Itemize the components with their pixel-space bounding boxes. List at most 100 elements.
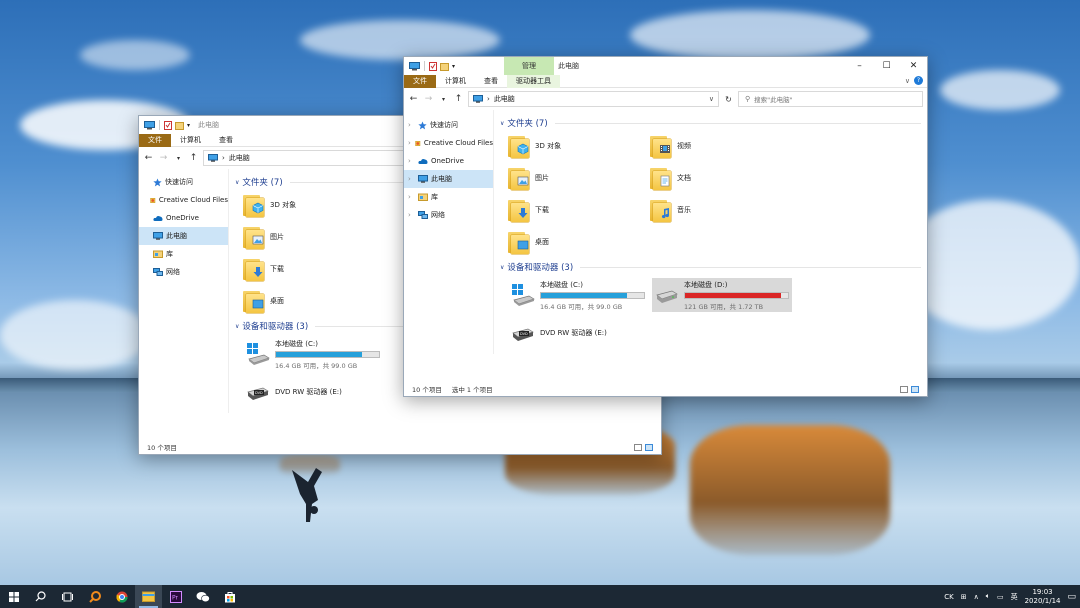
refresh-icon[interactable]: ↻ [723,95,734,104]
sidebar-item-creative-cloud[interactable]: › Creative Cloud Files [404,134,493,152]
sidebar-item-library[interactable]: › 库 [404,188,493,206]
folder-item[interactable]: 视频 [650,132,792,160]
drive-item[interactable]: 本地磁盘 (C:) 16.4 GB 可用，共 99.0 GB [508,278,648,312]
chevron-right-icon[interactable]: › [408,175,415,183]
drive-item[interactable]: 本地磁盘 (D:) 121 GB 可用，共 1.72 TB [652,278,792,312]
explorer-window-front[interactable]: ▾ 管理 此电脑 – ☐ ✕ 文件 计算机 查看 驱动器工具 ∨ ? ← → ▾… [403,56,928,397]
keyboard-icon[interactable]: ⊞ [961,593,967,601]
tab-view[interactable]: 查看 [210,134,242,147]
forward-arrow-icon[interactable]: → [158,153,169,163]
folder-item[interactable]: 图片 [508,164,650,192]
drive-item[interactable]: DVD DVD RW 驱动器 (E:) [508,316,648,350]
taskbar-app-wechat[interactable] [189,585,216,608]
back-arrow-icon[interactable]: ← [408,94,419,104]
properties-icon[interactable] [429,61,437,71]
breadcrumb[interactable]: 此电脑 [229,153,250,163]
sidebar-item-library[interactable]: 库 [139,245,228,263]
chevron-right-icon[interactable]: › [408,121,415,129]
folders-group-heading[interactable]: ∨ 文件夹 (7) [500,116,921,130]
large-icons-view-icon[interactable] [645,443,653,451]
expand-ribbon-icon[interactable]: ∨ [905,77,910,85]
sidebar-item-creative-cloud[interactable]: Creative Cloud Files [139,191,228,209]
customize-qa-icon[interactable]: ▾ [452,63,455,70]
network-tray-icon[interactable]: ▭ [997,593,1004,601]
sidebar-item-onedrive[interactable]: OneDrive [139,209,228,227]
input-language[interactable]: CK [944,593,953,601]
taskbar-app-premiere[interactable]: Pr [162,585,189,608]
search-button[interactable] [27,585,54,608]
chevron-right-icon[interactable]: › [408,139,412,147]
navigation-pane: › 快速访问 › Creative Cloud Files › OneDrive… [404,110,494,354]
folder-item[interactable]: 下载 [508,196,650,224]
taskbar-app-file-explorer[interactable] [135,585,162,608]
task-view-button[interactable] [54,585,81,608]
sidebar-item-quick-access[interactable]: 快速访问 [139,173,228,191]
address-dropdown-icon[interactable]: ∨ [709,95,714,103]
contextual-tab-manage[interactable]: 管理 [504,57,554,75]
drives-group-heading[interactable]: ∨ 设备和驱动器 (3) [500,260,921,274]
sidebar-item-network[interactable]: 网络 [139,263,228,281]
chevron-right-icon[interactable]: › [408,193,415,201]
folder-item[interactable]: 文档 [650,164,792,192]
details-view-icon[interactable] [634,443,642,451]
folder-item[interactable]: 音乐 [650,196,792,224]
clock-time: 19:03 [1032,587,1053,596]
pictures-folder-icon [508,166,530,190]
chevron-right-icon[interactable]: › [408,211,415,219]
action-center-icon[interactable]: ▭ [1067,592,1076,602]
sidebar-item-onedrive[interactable]: › OneDrive [404,152,493,170]
taskbar-app-store[interactable] [216,585,243,608]
minimize-button[interactable]: – [846,57,873,75]
back-arrow-icon[interactable]: ← [143,153,154,163]
chevron-down-icon[interactable]: ∨ [500,120,504,127]
chevron-down-icon[interactable]: ∨ [500,264,504,271]
folder-item[interactable]: 桌面 [508,228,650,256]
titlebar[interactable]: ▾ 管理 此电脑 – ☐ ✕ [404,57,927,75]
folder-label: 桌面 [535,238,549,246]
show-hidden-icons-chevron-up-icon[interactable]: ∧ [974,593,979,601]
maximize-button[interactable]: ☐ [873,57,900,75]
sidebar-item-this-pc[interactable]: › 此电脑 [404,170,493,188]
up-arrow-icon[interactable]: ↑ [453,94,464,104]
sidebar-item-quick-access[interactable]: › 快速访问 [404,116,493,134]
taskbar-app-everything[interactable] [81,585,108,608]
input-method-icon[interactable]: 英 [1011,592,1018,602]
close-button[interactable]: ✕ [900,57,927,75]
new-folder-icon[interactable] [175,121,184,130]
properties-icon[interactable] [164,120,172,130]
start-button[interactable] [0,585,27,608]
large-icons-view-icon[interactable] [911,385,919,393]
search-input[interactable]: ⚲ 搜索"此电脑" [738,91,923,107]
new-folder-icon[interactable] [440,62,449,71]
sidebar-item-this-pc[interactable]: 此电脑 [139,227,228,245]
tab-file[interactable]: 文件 [139,133,171,147]
tab-computer[interactable]: 计算机 [436,75,475,88]
folder-item[interactable]: 3D 对象 [243,191,385,219]
breadcrumb[interactable]: 此电脑 [494,94,515,104]
details-view-icon[interactable] [900,385,908,393]
chevron-right-icon[interactable]: › [408,157,415,165]
folder-item[interactable]: 3D 对象 [508,132,650,160]
taskbar-app-chrome[interactable] [108,585,135,608]
tab-drive-tools[interactable]: 驱动器工具 [507,74,560,88]
drive-item[interactable]: DVD DVD RW 驱动器 (E:) [243,375,383,409]
up-arrow-icon[interactable]: ↑ [188,153,199,163]
help-icon[interactable]: ? [914,76,923,85]
clock[interactable]: 19:03 2020/1/14 [1025,588,1061,606]
customize-qa-icon[interactable]: ▾ [187,122,190,129]
tab-view[interactable]: 查看 [475,75,507,88]
volume-icon[interactable]: 🔈︎ [986,592,990,601]
folder-item[interactable]: 图片 [243,223,385,251]
recent-dropdown-icon[interactable]: ▾ [173,155,184,162]
folder-item[interactable]: 桌面 [243,287,385,315]
forward-arrow-icon[interactable]: → [423,94,434,104]
tab-file[interactable]: 文件 [404,74,436,88]
recent-dropdown-icon[interactable]: ▾ [438,96,449,103]
tab-computer[interactable]: 计算机 [171,134,210,147]
address-bar[interactable]: › 此电脑 ∨ [468,91,719,107]
folder-item[interactable]: 下载 [243,255,385,283]
sidebar-item-network[interactable]: › 网络 [404,206,493,224]
drive-item[interactable]: 本地磁盘 (C:) 16.4 GB 可用，共 99.0 GB [243,337,383,371]
chevron-down-icon[interactable]: ∨ [235,323,239,330]
chevron-down-icon[interactable]: ∨ [235,179,239,186]
